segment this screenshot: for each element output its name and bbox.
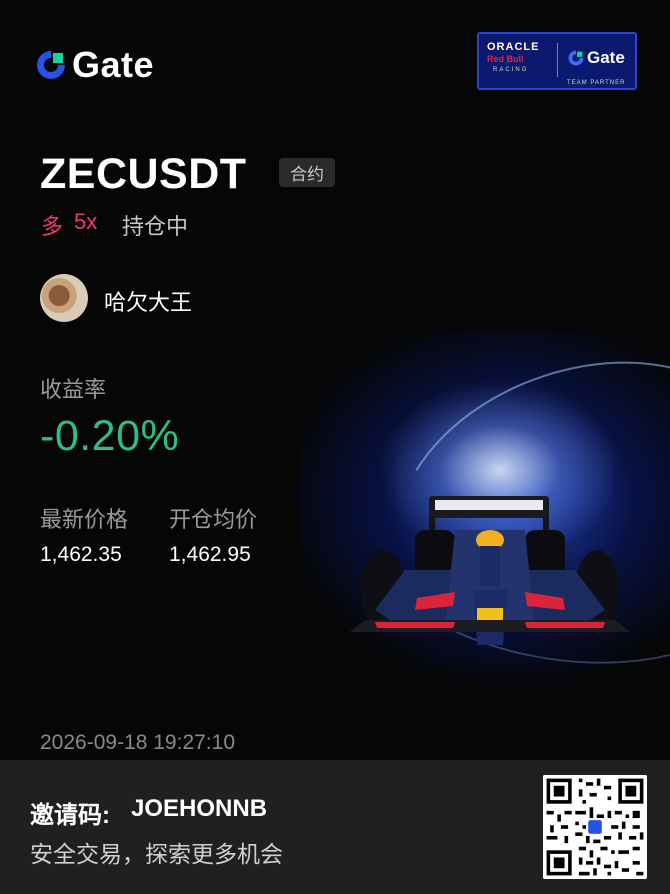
pnl-label: 收益率: [40, 377, 107, 402]
avatar: [40, 274, 88, 322]
position-status: 持仓中: [122, 214, 189, 239]
contract-symbol: ZECUSDT: [40, 150, 247, 198]
qr-code[interactable]: [543, 775, 647, 879]
entry-price-label: 开仓均价: [169, 507, 258, 532]
contract-type-badge: 合约: [279, 158, 335, 187]
partner-team-text: TEAM PARTNER: [567, 80, 626, 86]
partner-gate-logo: Gate: [567, 48, 625, 68]
pnl-value: -0.20%: [40, 412, 180, 460]
partner-oracle: ORACLE: [487, 41, 540, 53]
position-leverage: 5x: [74, 209, 98, 234]
partner-divider: [557, 43, 558, 77]
invite-code: JOEHONNB: [131, 795, 268, 822]
position-side: 多: [41, 214, 64, 239]
partner-racing: RACING: [493, 67, 529, 73]
partner-redbull: Red Bull: [487, 54, 524, 64]
latest-price-label: 最新价格: [40, 507, 129, 532]
gate-logo-icon: [568, 50, 584, 66]
partner-badge: ORACLE Red Bull RACING Gate TEAM PARTNER: [477, 32, 637, 90]
race-car-image: [350, 496, 630, 645]
partner-gate-text: Gate: [587, 48, 625, 67]
entry-price-value: 1,462.95: [169, 543, 251, 566]
gate-logo-icon: [37, 51, 65, 79]
username: 哈欠大王: [104, 290, 193, 315]
share-card: Gate ORACLE Red Bull RACING Gate TEAM PA…: [0, 0, 670, 894]
logo-text: Gate: [72, 44, 155, 85]
footer-slogan: 安全交易，探索更多机会: [30, 841, 283, 867]
gate-logo: Gate: [34, 44, 154, 86]
timestamp: 2026-09-18 19:27:10: [40, 731, 235, 754]
invite-label: 邀请码:: [30, 802, 110, 829]
latest-price-value: 1,462.35: [40, 543, 122, 566]
